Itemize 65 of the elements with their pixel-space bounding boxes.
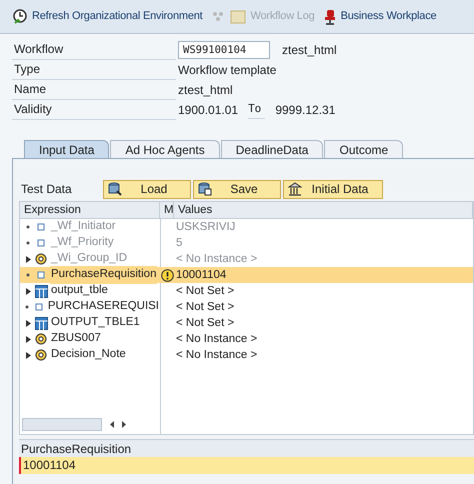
value-cell-text: < No Instance >: [175, 252, 258, 267]
bullet-icon: [26, 241, 30, 245]
detail-title: PurchaseRequisition: [19, 439, 474, 457]
toolbar-button[interactable]: Business Workplace: [322, 8, 436, 25]
value-cell-text: < Not Set >: [175, 300, 236, 315]
field-label: Workflow: [12, 40, 176, 60]
square-icon: [37, 239, 45, 247]
expand-arrow-icon: [26, 352, 30, 358]
column-header[interactable]: Values: [174, 202, 473, 218]
value-field[interactable]: 10001104: [19, 457, 474, 474]
table-icon: [34, 316, 48, 330]
tree-node[interactable]: ZBUS007: [50, 330, 102, 348]
bullet-icon: [26, 225, 30, 229]
tree-node[interactable]: OUTPUT_TBLE1: [50, 314, 141, 332]
value-cell-text: 5: [175, 236, 184, 251]
tab[interactable]: Ad Hoc Agents: [110, 140, 220, 158]
building-icon: [288, 182, 302, 196]
database-icon: [198, 182, 212, 196]
tree-node[interactable]: PurchaseRequisition: [50, 266, 158, 284]
database-icon: [108, 182, 122, 196]
tab[interactable]: Input Data: [24, 140, 110, 158]
square-icon: [37, 271, 45, 279]
bullet-icon: [25, 305, 30, 309]
value-cell-text: < Not Set >: [175, 316, 236, 331]
test-data-button[interactable]: Load: [103, 180, 191, 198]
table-icon: [34, 284, 48, 298]
log-icon: [210, 10, 247, 24]
expand-arrow-icon: [26, 288, 30, 294]
warning-icon: [160, 268, 174, 282]
test-data-button[interactable]: Initial Data: [283, 180, 383, 198]
expand-arrow-icon: [26, 320, 30, 326]
field-value: Workflow template: [178, 62, 276, 79]
test-data-button[interactable]: Save: [193, 180, 281, 198]
value-cell-text: < No Instance >: [175, 348, 258, 363]
tree-node[interactable]: PURCHASEREQUISI: [46, 298, 160, 316]
field-label: Name: [12, 80, 176, 100]
input-field[interactable]: WS99100104: [178, 41, 270, 59]
square-icon: [34, 303, 43, 311]
bullet-icon: [26, 273, 30, 277]
value-cell-text: < Not Set >: [175, 284, 236, 299]
field-label: Test Data: [20, 181, 73, 198]
field-value: ztest_html: [178, 82, 233, 99]
field-value: 9999.12.31: [275, 102, 336, 119]
field-label: Validity: [12, 100, 176, 120]
tree-node[interactable]: output_tble: [50, 282, 109, 300]
tree-node[interactable]: Decision_Note: [50, 346, 127, 364]
square-icon: [37, 223, 45, 231]
expand-arrow-icon: [26, 336, 30, 342]
field-label: Type: [12, 60, 176, 80]
toolbar-button[interactable]: Refresh Organizational Environment: [12, 8, 203, 25]
field-label: To: [248, 101, 266, 119]
tab[interactable]: Outcome: [324, 140, 404, 158]
chair-icon: [322, 8, 337, 24]
clock-icon: [12, 8, 28, 24]
tab[interactable]: DeadlineData: [220, 140, 324, 158]
left-arrow-icon: [110, 420, 114, 428]
value-cell-text: < No Instance >: [175, 332, 258, 347]
right-arrow-icon: [122, 420, 126, 428]
scrollbar-thumb[interactable]: [22, 418, 102, 430]
field-value: ztest_html: [282, 42, 337, 59]
field-value: 1900.01.01: [178, 102, 238, 119]
column-header[interactable]: M: [160, 202, 174, 218]
column-header[interactable]: Expression: [20, 202, 160, 218]
value-cell-text: USKSRIVIJ: [175, 220, 236, 235]
expand-arrow-icon: [26, 256, 30, 262]
